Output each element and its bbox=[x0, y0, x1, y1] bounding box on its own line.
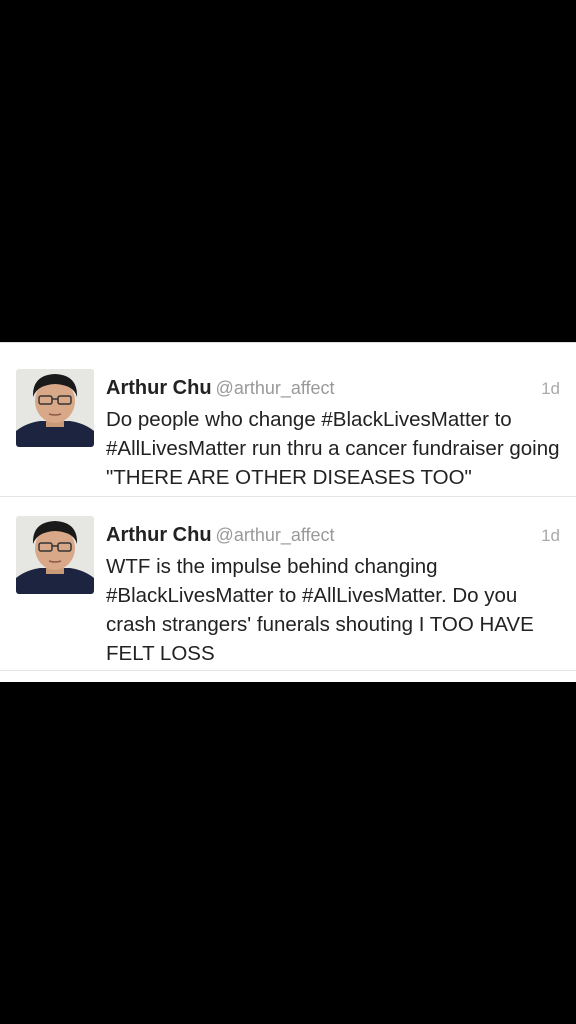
author-handle[interactable]: @arthur_affect bbox=[216, 525, 335, 545]
top-black-area bbox=[0, 0, 576, 342]
avatar-photo-icon bbox=[16, 516, 94, 594]
author-name[interactable]: Arthur Chu bbox=[106, 524, 212, 546]
tweet-timestamp: 1d bbox=[541, 379, 560, 398]
avatar[interactable] bbox=[16, 369, 94, 447]
tweet-item[interactable]: Arthur Chu @arthur_affect 1d Do people wh… bbox=[0, 353, 576, 497]
bottom-black-area bbox=[0, 682, 576, 1024]
author-name[interactable]: Arthur Chu bbox=[106, 377, 212, 399]
tweet-item[interactable]: Arthur Chu @arthur_affect 1d WTF is the i… bbox=[0, 498, 576, 671]
tweet-header: Arthur Chu @arthur_affect 1d bbox=[106, 524, 562, 550]
tweet-text: WTF is the impulse behind changing #Blac… bbox=[106, 555, 534, 665]
tweet-text: Do people who change #BlackLivesMatter t… bbox=[106, 408, 560, 489]
author-handle[interactable]: @arthur_affect bbox=[216, 378, 335, 398]
avatar[interactable] bbox=[16, 516, 94, 594]
tweet-header: Arthur Chu @arthur_affect 1d bbox=[106, 377, 562, 403]
tweet-timeline: Arthur Chu @arthur_affect 1d Do people wh… bbox=[0, 342, 576, 682]
tweet-timestamp: 1d bbox=[541, 526, 560, 545]
avatar-photo-icon bbox=[16, 369, 94, 447]
